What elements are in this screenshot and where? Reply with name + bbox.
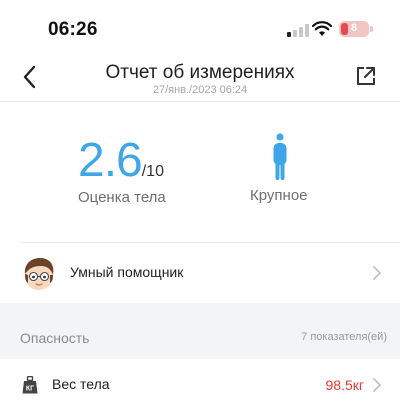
body-score-label: Оценка тела	[78, 189, 166, 206]
nav-header: Отчет об измерениях 27/янв./2023 06:24	[0, 56, 400, 102]
danger-section-count: 7 показателя(ей)	[301, 331, 387, 343]
danger-section-header: Опасность 7 показателя(ей)	[0, 303, 400, 359]
battery-level: 8	[350, 22, 358, 34]
body-score: 2.6/10	[78, 133, 164, 187]
wifi-icon	[312, 21, 332, 36]
assistant-avatar-icon	[24, 258, 54, 290]
body-weight-label: Вес тела	[52, 376, 110, 392]
status-time: 06:26	[48, 19, 98, 40]
body-score-value: 2.6	[78, 134, 143, 187]
battery-icon: 8	[339, 21, 369, 37]
status-bar: 06:26 8	[0, 0, 400, 56]
smart-assistant-label: Умный помощник	[70, 264, 184, 280]
weight-icon-text: КГ	[26, 386, 34, 393]
battery-nub	[370, 26, 373, 32]
chevron-right-icon	[373, 378, 381, 392]
cellular-signal-icon	[287, 24, 309, 37]
chevron-left-icon[interactable]	[16, 62, 46, 92]
score-section: 2.6/10 Оценка тела Крупное	[0, 103, 400, 243]
body-score-max: /10	[141, 163, 164, 180]
page-subtitle-date: 27/янв./2023 06:24	[152, 84, 248, 96]
smart-assistant-row[interactable]: Умный помощник	[0, 243, 400, 303]
share-icon[interactable]	[354, 64, 378, 88]
chevron-right-icon	[373, 266, 381, 280]
body-figure-icon	[273, 133, 287, 180]
weight-scale-icon: КГ	[22, 376, 38, 394]
body-type-label: Крупное	[250, 187, 308, 204]
body-weight-row[interactable]: КГ Вес тела 98.5кг	[0, 359, 400, 411]
page-title: Отчет об измерениях	[105, 62, 295, 83]
danger-section-title: Опасность	[20, 330, 90, 346]
body-weight-value: 98.5кг	[325, 377, 364, 393]
